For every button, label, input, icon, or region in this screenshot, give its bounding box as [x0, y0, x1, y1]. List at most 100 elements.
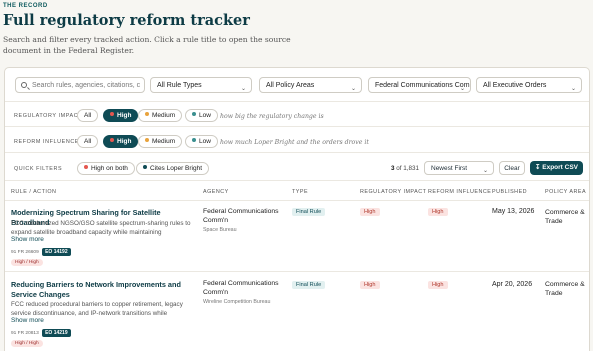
- influence-high-label: High: [117, 138, 132, 145]
- show-more-link[interactable]: Show more: [11, 236, 44, 243]
- result-shown: 3: [391, 165, 395, 172]
- rating-tag: High / High: [11, 340, 43, 347]
- impact-badge: High: [360, 281, 380, 289]
- divider: [5, 126, 589, 127]
- search-input[interactable]: Search rules, agencies, citations, c: [15, 77, 145, 93]
- influence-label: REFORM INFLUENCE: [14, 139, 80, 145]
- influence-hint: how much Loper Bright and the orders dro…: [220, 139, 369, 146]
- quick-filters-label: QUICK FILTERS: [14, 166, 63, 172]
- bureau-name: Wireline Competition Bureau: [203, 299, 271, 305]
- quick-loper-pill[interactable]: Cites Loper Bright: [136, 162, 210, 175]
- quick-loper-label: Cites Loper Bright: [150, 165, 203, 172]
- impact-hint: how big the regulatory change is: [220, 113, 324, 120]
- impact-badge: High: [360, 208, 380, 216]
- sort-select[interactable]: Newest First ⌄: [424, 161, 494, 175]
- impact-low-label: Low: [199, 112, 211, 119]
- chevron-down-icon: ⌄: [240, 86, 246, 92]
- col-published: PUBLISHED: [492, 189, 528, 195]
- influence-badge: High: [428, 208, 448, 216]
- rule-description: FCC reduced procedural barriers to coppe…: [11, 301, 183, 317]
- impact-low-pill[interactable]: Low: [185, 109, 218, 122]
- impact-label: REGULATORY IMPACT: [14, 113, 83, 119]
- rule-title-link[interactable]: Reducing Barriers to Network Improvement…: [11, 280, 199, 299]
- col-rule: RULE / ACTION: [11, 189, 57, 195]
- influence-medium-label: Medium: [152, 138, 176, 145]
- published-date: Apr 20, 2026: [492, 281, 533, 288]
- medium-dot-icon: [145, 138, 149, 142]
- policy-areas-select[interactable]: All Policy Areas ⌄: [259, 77, 362, 93]
- search-placeholder: Search rules, agencies, citations, c: [32, 82, 141, 89]
- influence-low-pill[interactable]: Low: [185, 135, 218, 148]
- impact-high-label: High: [117, 112, 132, 119]
- impact-medium-pill[interactable]: Medium: [138, 109, 183, 122]
- eyebrow: THE RECORD: [3, 3, 48, 9]
- chevron-down-icon: ⌄: [459, 86, 465, 92]
- col-impact: REGULATORY IMPACT: [360, 189, 427, 195]
- executive-orders-select[interactable]: All Executive Orders ⌄: [476, 77, 582, 93]
- col-agency: AGENCY: [203, 189, 229, 195]
- agency-select[interactable]: Federal Communications Com ⌄: [368, 77, 471, 93]
- type-badge: Final Rule: [292, 208, 326, 216]
- page-subtitle: Search and filter every tracked action. …: [3, 35, 291, 55]
- divider: [5, 180, 589, 181]
- policy-areas-value: All Policy Areas: [266, 82, 315, 89]
- divider: [5, 101, 589, 102]
- chevron-down-icon: ⌄: [570, 86, 576, 92]
- result-total: of 1,831: [396, 165, 420, 172]
- influence-medium-pill[interactable]: Medium: [138, 135, 183, 148]
- export-label: Export CSV: [542, 164, 579, 171]
- high-dot-icon: [110, 138, 114, 142]
- result-count: 3 of 1,831: [391, 165, 419, 172]
- high-dot-icon: [84, 165, 88, 169]
- show-more-link[interactable]: Show more: [11, 317, 44, 324]
- divider: [5, 200, 589, 201]
- chevron-down-icon: ⌄: [350, 86, 356, 92]
- rule-meta: 91 FR 26609 EO 14192: [11, 248, 71, 256]
- export-csv-button[interactable]: ↧ Export CSV: [530, 161, 583, 175]
- sort-value: Newest First: [431, 165, 468, 172]
- agency-name: Federal Communications Comm'n: [203, 280, 279, 296]
- agency-value: Federal Communications Com: [375, 82, 470, 89]
- agency-name: Federal Communications Comm'n: [203, 208, 279, 224]
- policy-area: Commerce & Trade: [545, 209, 585, 225]
- policy-area: Commerce & Trade: [545, 281, 585, 297]
- impact-high-pill[interactable]: High: [103, 109, 139, 122]
- impact-all-pill[interactable]: All: [77, 109, 99, 122]
- rule-types-select[interactable]: All Rule Types ⌄: [150, 77, 252, 93]
- chevron-down-icon: ⌄: [482, 168, 488, 174]
- published-date: May 13, 2026: [492, 208, 535, 215]
- clear-button[interactable]: Clear: [499, 161, 525, 175]
- type-badge: Final Rule: [292, 281, 326, 289]
- eo-badge: EO 14192: [42, 248, 71, 256]
- rule-description: FCC modernized NGSO/GSO satellite spectr…: [11, 220, 191, 236]
- eo-badge: EO 14219: [42, 329, 71, 337]
- influence-badge: High: [428, 281, 448, 289]
- accent-dot-icon: [143, 165, 147, 169]
- bureau-name: Space Bureau: [203, 227, 237, 233]
- col-policy-area: POLICY AREA: [545, 189, 587, 195]
- divider: [5, 271, 589, 272]
- tracker-panel: Search rules, agencies, citations, c All…: [4, 67, 590, 351]
- low-dot-icon: [192, 112, 196, 116]
- citation: 91 FR 20813: [11, 331, 39, 336]
- medium-dot-icon: [145, 112, 149, 116]
- search-icon: [21, 82, 27, 88]
- col-type: TYPE: [292, 189, 309, 195]
- executive-orders-value: All Executive Orders: [483, 82, 547, 89]
- page-title: Full regulatory reform tracker: [3, 12, 250, 29]
- rating-tag: High / High: [11, 259, 43, 266]
- download-icon: ↧: [534, 164, 541, 171]
- quick-high-both-pill[interactable]: High on both: [77, 162, 135, 175]
- citation: 91 FR 26609: [11, 250, 39, 255]
- influence-low-label: Low: [199, 138, 211, 145]
- divider: [5, 152, 589, 153]
- influence-high-pill[interactable]: High: [103, 135, 139, 148]
- high-dot-icon: [110, 112, 114, 116]
- rule-types-value: All Rule Types: [157, 82, 202, 89]
- impact-medium-label: Medium: [152, 112, 176, 119]
- influence-all-pill[interactable]: All: [77, 135, 99, 148]
- col-influence: REFORM INFLUENCE: [428, 189, 492, 195]
- rule-meta: 91 FR 20813 EO 14219: [11, 329, 71, 337]
- low-dot-icon: [192, 138, 196, 142]
- quick-high-both-label: High on both: [91, 165, 128, 172]
